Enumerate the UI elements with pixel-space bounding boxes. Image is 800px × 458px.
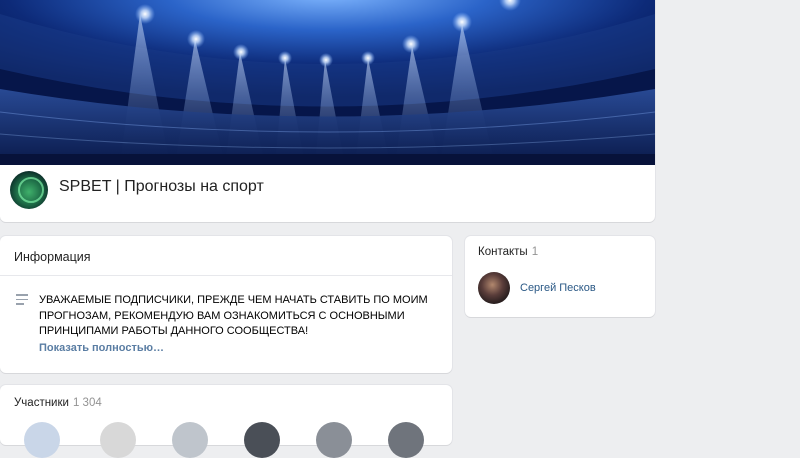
members-card: Участники 1 304	[0, 385, 452, 458]
members-title: Участники	[14, 397, 69, 409]
info-divider	[0, 275, 452, 276]
group-title-row: SPBET | Прогнозы на спорт	[0, 165, 655, 222]
contact-avatar[interactable]	[478, 272, 510, 304]
info-card: Информация УВАЖАЕМЫЕ ПОДПИСЧИКИ, ПРЕЖДЕ …	[0, 236, 452, 373]
contacts-count: 1	[531, 246, 539, 258]
contacts-title: Контакты	[478, 246, 528, 258]
contacts-header[interactable]: Контакты 1	[478, 246, 538, 258]
member-avatar[interactable]	[244, 422, 280, 458]
members-count: 1 304	[72, 397, 102, 409]
show-more-link[interactable]: Показать полностью…	[39, 342, 164, 354]
member-avatar[interactable]	[388, 422, 424, 458]
members-header[interactable]: Участники 1 304	[14, 397, 102, 409]
member-avatar[interactable]	[24, 422, 60, 458]
description-lines-icon	[16, 294, 28, 305]
contact-name-link[interactable]: Сергей Песков	[520, 282, 596, 294]
cover-image	[0, 0, 655, 165]
avatar-emblem-icon	[18, 177, 44, 203]
contacts-card: Контакты 1 Сергей Песков	[465, 236, 655, 317]
group-name: SPBET | Прогнозы на спорт	[59, 178, 264, 195]
group-avatar[interactable]	[10, 171, 48, 209]
member-avatar[interactable]	[316, 422, 352, 458]
member-avatar[interactable]	[100, 422, 136, 458]
group-description: УВАЖАЕМЫЕ ПОДПИСЧИКИ, ПРЕЖДЕ ЧЕМ НАЧАТЬ …	[39, 294, 428, 337]
info-title: Информация	[14, 250, 91, 264]
group-header-card: SPBET | Прогнозы на спорт	[0, 0, 655, 222]
member-avatar[interactable]	[172, 422, 208, 458]
